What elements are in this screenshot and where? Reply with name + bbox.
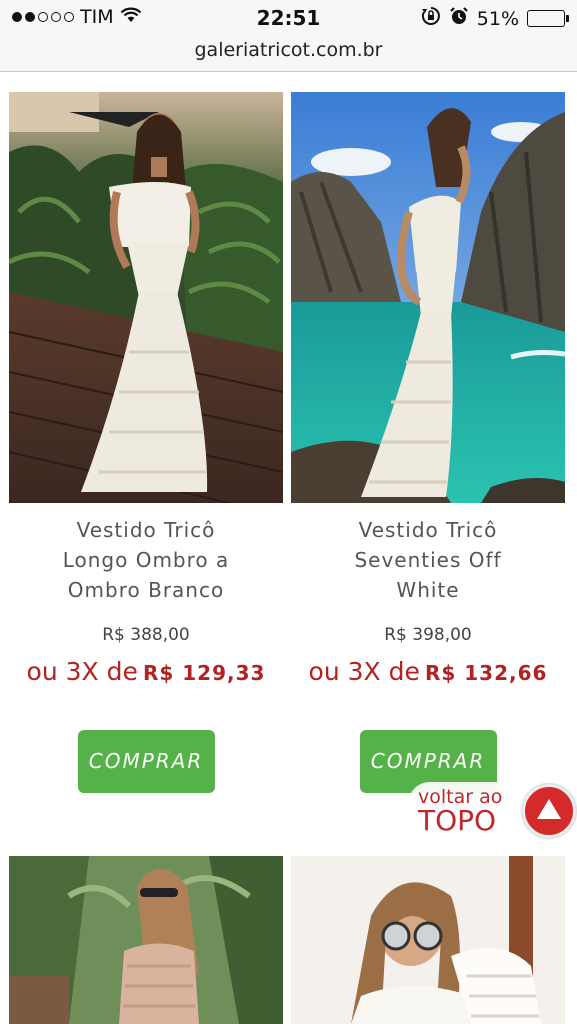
product-photo[interactable] [9,92,283,503]
product-card: Vestido Tricô Seventies Off White R$ 398… [291,92,565,793]
rotation-lock-icon [421,6,441,31]
status-right: 51% [421,6,569,31]
product-price: R$ 388,00 [102,625,190,645]
arrow-up-icon[interactable] [522,784,576,838]
battery-icon [527,10,569,27]
product-card [9,856,283,1024]
product-card [291,856,565,1024]
product-name[interactable]: Vestido Tricô Longo Ombro a Ombro Branco [9,515,283,605]
alarm-icon [449,6,469,31]
installment-price: ou 3X de R$ 129,33 [26,657,266,686]
product-photo[interactable] [291,856,565,1024]
product-card: Vestido Tricô Longo Ombro a Ombro Branco… [9,92,283,793]
installment-price: ou 3X de R$ 132,66 [308,657,548,686]
buy-button[interactable]: COMPRAR [77,730,215,793]
address-bar[interactable]: galeriatricot.com.br [0,38,577,72]
url-text[interactable]: galeriatricot.com.br [195,39,383,61]
status-bar: TIM 22:51 51% [0,0,577,38]
back-to-top-label[interactable]: voltar ao TOPO [408,782,526,840]
product-price: R$ 398,00 [384,625,472,645]
back-to-top-button[interactable]: voltar ao TOPO [404,782,576,840]
product-name[interactable]: Vestido Tricô Seventies Off White [291,515,565,605]
product-photo[interactable] [291,92,565,503]
product-photo[interactable] [9,856,283,1024]
battery-percent: 51% [476,7,519,30]
